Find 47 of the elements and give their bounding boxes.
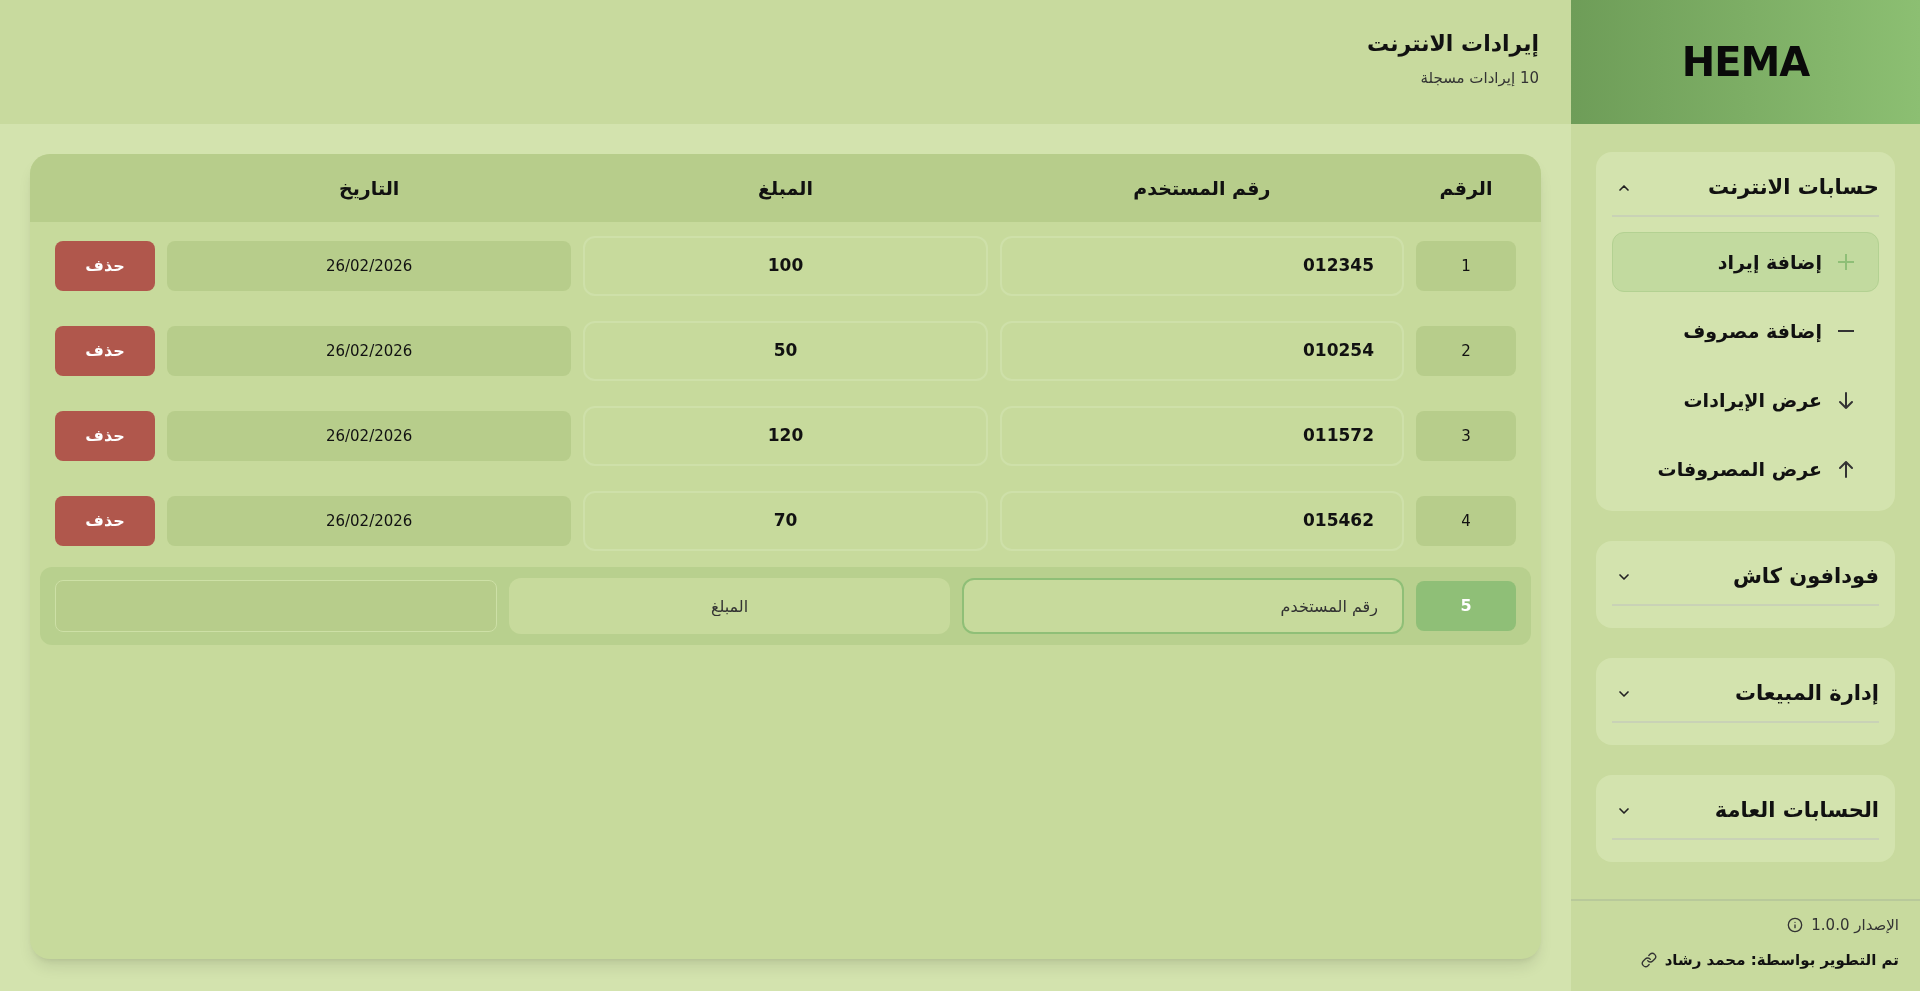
amount-input[interactable]: المبلغ [508,578,951,634]
row-number-cell: 1 [1416,241,1516,291]
section-toggle[interactable]: فودافون كاش [1612,541,1879,606]
sidebar-item[interactable]: عرض الإيرادات [1612,370,1879,430]
developer-credit: تم التطوير بواسطة: محمد رشاد [1664,950,1899,970]
column-header: التاريخ [339,175,400,202]
delete-button[interactable]: حذف [55,326,155,376]
date-cell: 26/02/2026 [167,411,572,461]
column-header: المبلغ [758,175,813,202]
version-label: الإصدار 1.0.0 [1811,915,1899,935]
user-id-cell: 012345 [999,236,1404,296]
amount-cell: 100 [583,236,988,296]
date-cell: 26/02/2026 [167,326,572,376]
delete-button[interactable]: حذف [55,411,155,461]
row-number-cell: 4 [1416,496,1516,546]
row-number-cell: 3 [1416,411,1516,461]
section-toggle[interactable]: إدارة المبيعات [1612,658,1879,723]
info-icon [1787,917,1804,933]
record-count: 10 إيرادات مسجلة [1420,68,1539,88]
arrow-down-icon [1839,391,1853,409]
user-id-cell: 015462 [999,491,1404,551]
column-header: رقم المستخدم [1133,175,1271,202]
sidebar-item[interactable]: إضافة إيراد [1612,232,1879,292]
row-number-cell: 2 [1416,326,1516,376]
plus-icon [1838,254,1854,270]
user-id-cell: 011572 [999,406,1404,466]
link-icon [1640,952,1657,968]
delete-button[interactable]: حذف [55,496,155,546]
row-number-badge: 5 [1416,581,1516,631]
arrow-up-icon [1839,460,1853,478]
amount-cell: 70 [583,491,988,551]
amount-cell: 50 [583,321,988,381]
user-id-input[interactable]: رقم المستخدم [962,578,1404,634]
column-header: الرقم [1439,175,1493,202]
delete-button[interactable]: حذف [55,241,155,291]
sidebar-item[interactable]: عرض المصروفات [1612,439,1879,499]
minus-icon [1838,330,1854,332]
section-toggle[interactable]: حسابات الانترنت [1612,152,1879,217]
date-cell: 26/02/2026 [167,496,572,546]
page-title: إيرادات الانترنت [1366,30,1539,59]
sidebar-item[interactable]: إضافة مصروف [1612,301,1879,361]
date-cell: 26/02/2026 [167,241,572,291]
empty-input-field[interactable] [55,580,497,632]
logo-text: HEMA [1681,38,1810,87]
section-toggle[interactable]: الحسابات العامة [1612,775,1879,840]
amount-cell: 120 [583,406,988,466]
user-id-cell: 010254 [999,321,1404,381]
